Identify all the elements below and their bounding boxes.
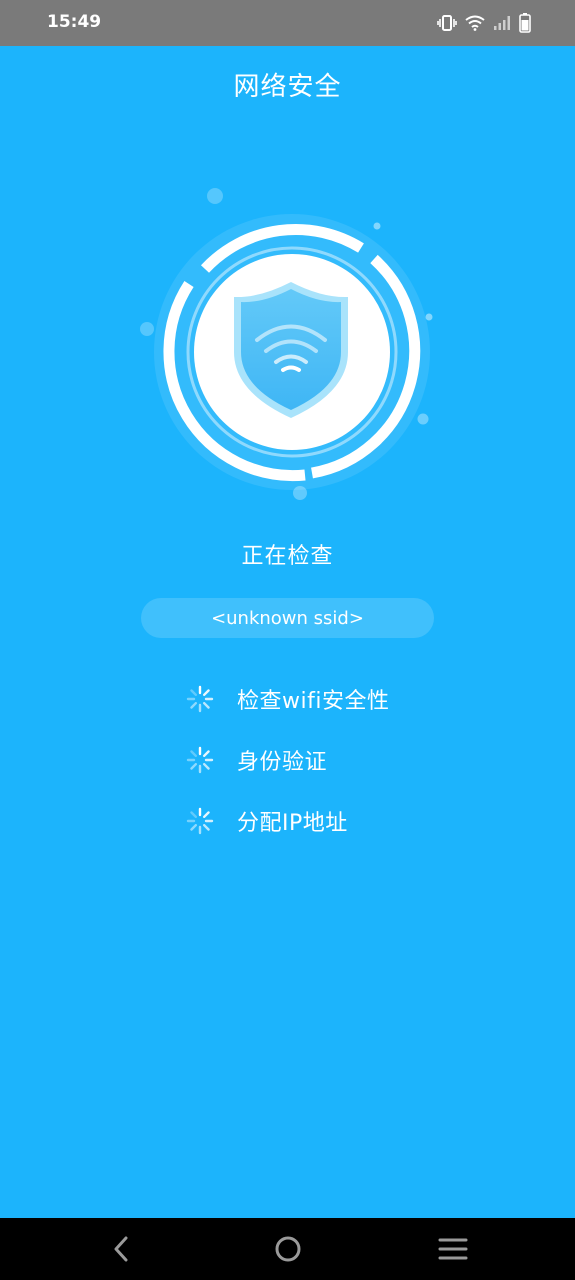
check-item-label: 身份验证 — [237, 750, 328, 775]
back-icon[interactable] — [105, 1232, 139, 1266]
battery-icon — [519, 13, 531, 33]
cell-signal-icon — [494, 16, 510, 30]
check-item-ip-assignment: 分配IP地址 — [185, 806, 348, 836]
vibrate-icon — [437, 15, 457, 31]
page-title: 网络安全 — [233, 72, 342, 102]
loading-spinner-icon — [186, 807, 214, 835]
home-icon[interactable] — [271, 1232, 305, 1266]
status-time: 15:49 — [47, 12, 102, 32]
status-icons — [437, 12, 531, 34]
ssid-badge: <unknown ssid> — [141, 598, 434, 638]
loading-spinner-icon — [186, 685, 214, 713]
scan-status-text: 正在检查 — [241, 544, 334, 569]
wifi-shield-icon — [140, 188, 433, 500]
security-scan-graphic — [130, 180, 450, 510]
check-item-authentication: 身份验证 — [185, 745, 327, 775]
check-item-wifi-security: 检查wifi安全性 — [185, 684, 389, 714]
ssid-label: <unknown ssid> — [211, 607, 364, 629]
status-bar: 15:49 — [0, 0, 575, 46]
navigation-bar — [0, 1218, 575, 1280]
check-item-label: 检查wifi安全性 — [237, 689, 390, 714]
loading-spinner-icon — [186, 746, 214, 774]
wifi-icon — [465, 15, 485, 31]
check-item-label: 分配IP地址 — [237, 811, 348, 836]
menu-icon[interactable] — [436, 1232, 470, 1266]
